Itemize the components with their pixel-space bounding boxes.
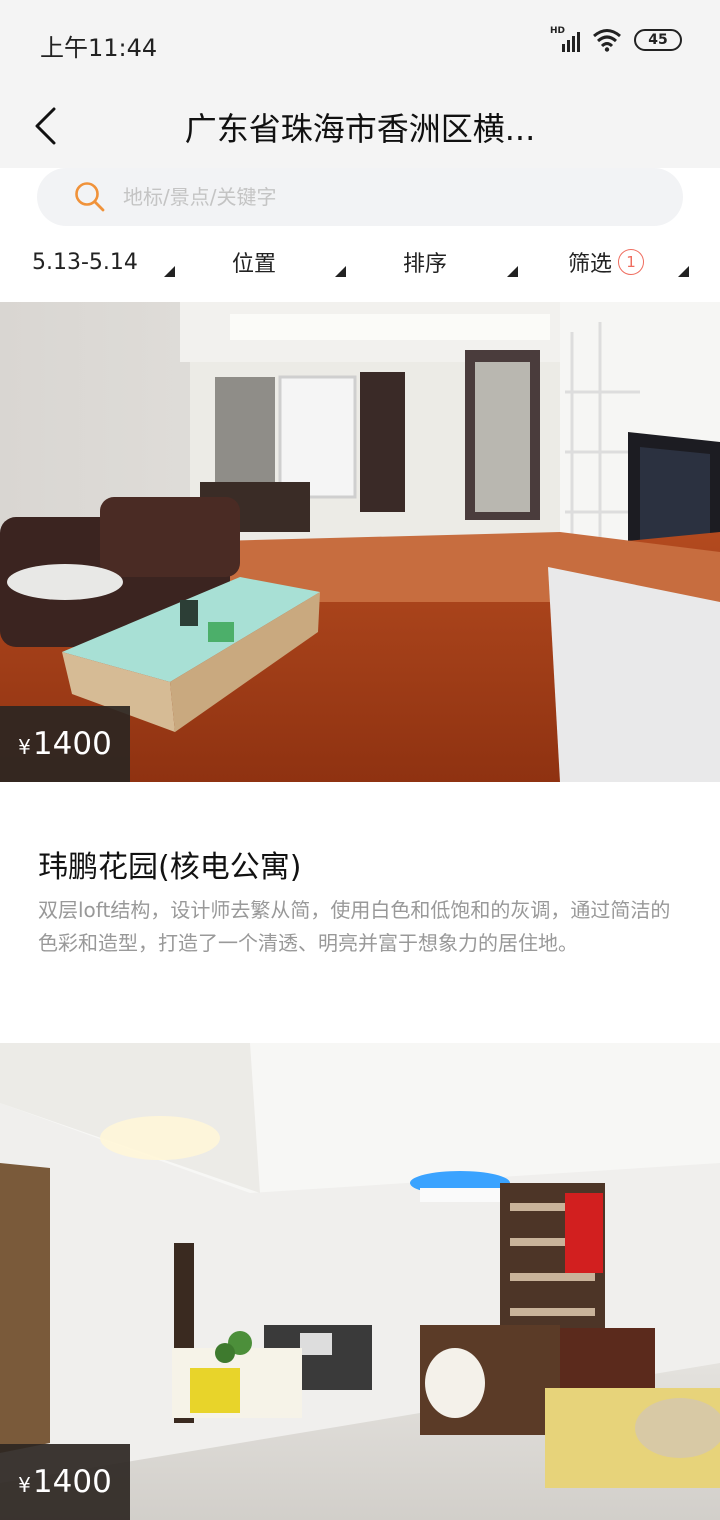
listing-name: 玮鹏花园(核电公寓) xyxy=(38,850,302,885)
filter-count-badge: 1 xyxy=(618,249,645,275)
filter-sort-triangle-icon xyxy=(507,266,518,277)
battery-indicator: 45 xyxy=(634,29,682,51)
filter-bar: 5.13-5.14 位置 排序 筛选 1 xyxy=(0,236,720,296)
filter-screen-label: 筛选 xyxy=(568,252,613,277)
cellular-signal-icon: HD xyxy=(550,26,580,52)
filter-location-label: 位置 xyxy=(232,252,277,277)
search-input[interactable] xyxy=(123,168,653,226)
filter-location-triangle-icon xyxy=(335,266,346,277)
battery-level: 45 xyxy=(648,32,668,48)
currency-symbol: ¥ xyxy=(18,735,31,759)
listing-photo[interactable]: ¥ 1400 xyxy=(0,1043,720,1520)
back-button[interactable] xyxy=(20,100,72,152)
filter-location[interactable]: 位置 xyxy=(232,236,276,288)
price-value: 1400 xyxy=(32,726,112,762)
price-tag: ¥ 1400 xyxy=(0,1444,130,1520)
filter-screen[interactable]: 筛选 1 xyxy=(568,236,645,288)
wifi-icon xyxy=(593,29,621,52)
status-time: 上午11:44 xyxy=(40,34,158,62)
chevron-left-icon xyxy=(35,107,56,145)
status-bar: 上午11:44 HD 45 xyxy=(0,0,720,86)
listing-description: 双层loft结构，设计师去繁从简，使用白色和低饱和的灰调，通过简洁的色彩和造型，… xyxy=(38,898,671,955)
currency-symbol: ¥ xyxy=(18,1473,31,1497)
filter-sort[interactable]: 排序 xyxy=(403,236,447,288)
filter-screen-triangle-icon xyxy=(678,266,689,277)
filter-sort-label: 排序 xyxy=(403,252,448,277)
filter-date[interactable]: 5.13-5.14 xyxy=(32,236,138,288)
search-bar[interactable] xyxy=(37,168,683,226)
status-icons: HD 45 xyxy=(550,26,682,52)
listing-photo[interactable]: ¥ 1400 xyxy=(0,302,720,782)
page-title: 广东省珠海市香洲区横... xyxy=(184,110,536,148)
price-value: 1400 xyxy=(32,1464,112,1500)
filter-date-label: 5.13-5.14 xyxy=(32,249,138,275)
title-bar: 广东省珠海市香洲区横... xyxy=(0,86,720,168)
price-tag: ¥ 1400 xyxy=(0,706,130,782)
search-icon xyxy=(75,182,105,212)
filter-date-triangle-icon xyxy=(164,266,175,277)
